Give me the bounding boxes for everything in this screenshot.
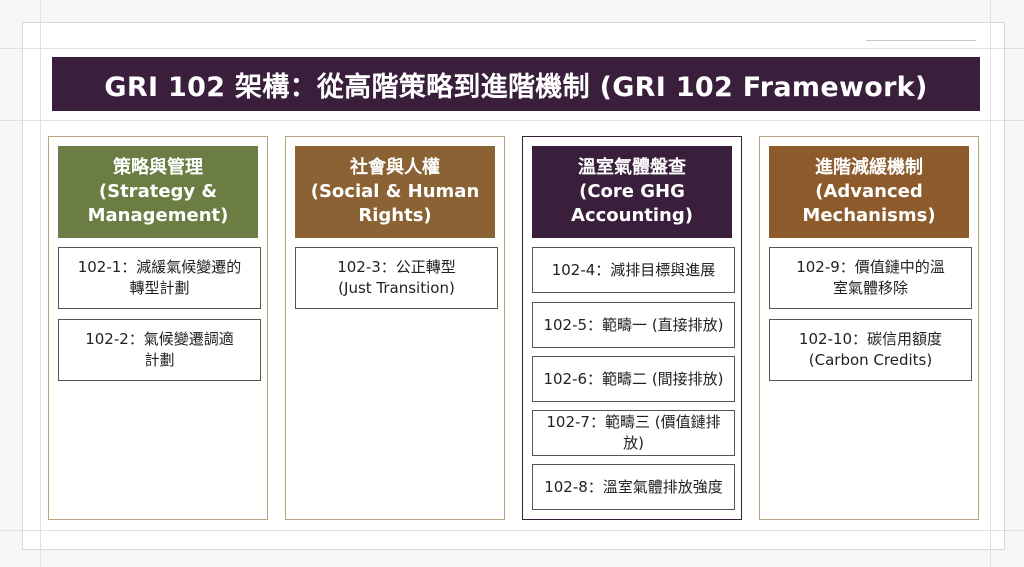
guide-line (866, 40, 976, 41)
disclosure-102-6: 102-6：範疇二 (間接排放) (532, 356, 735, 402)
disclosure-102-2: 102-2：氣候變遷調適 計劃 (58, 319, 261, 381)
disclosure-102-8: 102-8：溫室氣體排放強度 (532, 464, 735, 510)
guide-line (0, 120, 1024, 121)
column-header-strategy: 策略與管理 (Strategy & Management) (58, 146, 258, 238)
header-en: (Social & Human (310, 181, 480, 202)
framework-title: GRI 102 架構：從高階策略到進階機制 (GRI 102 Framework… (52, 57, 980, 111)
header-zh: 社會與人權 (350, 157, 440, 178)
guide-line (0, 48, 1024, 49)
item-text: 102-8：溫室氣體排放強度 (544, 477, 723, 496)
item-text: 室氣體移除 (832, 279, 908, 297)
header-en: (Advanced (815, 181, 923, 202)
header-en: Management) (87, 205, 229, 226)
column-social: 社會與人權 (Social & Human Rights) 102-3：公正轉型… (285, 136, 505, 520)
column-header-social: 社會與人權 (Social & Human Rights) (295, 146, 495, 238)
column-strategy: 策略與管理 (Strategy & Management) 102-1：減緩氣候… (48, 136, 268, 520)
disclosure-102-3: 102-3：公正轉型 (Just Transition) (295, 247, 498, 309)
item-text: 102-9：價值鏈中的溫 (796, 258, 945, 276)
item-text: 102-5：範疇一 (直接排放) (543, 315, 724, 334)
header-en: (Strategy & (98, 181, 218, 202)
header-en: Mechanisms) (802, 205, 936, 226)
header-en: Rights) (358, 205, 432, 226)
item-text: 轉型計劃 (129, 279, 190, 297)
disclosure-102-5: 102-5：範疇一 (直接排放) (532, 302, 735, 348)
header-zh: 溫室氣體盤查 (578, 157, 686, 178)
item-text: 102-7：範疇三 (價值鏈排放) (546, 413, 721, 452)
item-text: 102-1：減緩氣候變遷的 (77, 258, 242, 276)
guide-line (0, 530, 1024, 531)
column-header-ghg: 溫室氣體盤查 (Core GHG Accounting) (532, 146, 732, 238)
column-header-advanced: 進階減緩機制 (Advanced Mechanisms) (769, 146, 969, 238)
header-zh: 進階減緩機制 (815, 157, 923, 178)
disclosure-102-7: 102-7：範疇三 (價值鏈排放) (532, 410, 735, 456)
item-text: 102-10：碳信用額度 (798, 330, 943, 348)
item-text: 102-4：減排目標與進展 (551, 260, 716, 279)
item-text: 102-3：公正轉型 (337, 258, 456, 276)
disclosure-102-9: 102-9：價值鏈中的溫 室氣體移除 (769, 247, 972, 309)
item-text: (Just Transition) (338, 279, 455, 297)
disclosure-102-4: 102-4：減排目標與進展 (532, 247, 735, 293)
column-ghg: 溫室氣體盤查 (Core GHG Accounting) 102-4：減排目標與… (522, 136, 742, 520)
guide-line (990, 0, 991, 567)
item-text: (Carbon Credits) (808, 351, 933, 369)
item-text: 計劃 (144, 351, 175, 369)
item-text: 102-2：氣候變遷調適 (85, 330, 234, 348)
item-text: 102-6：範疇二 (間接排放) (543, 369, 724, 388)
header-en: Accounting) (571, 205, 693, 226)
header-zh: 策略與管理 (113, 157, 203, 178)
header-en: (Core GHG (579, 181, 685, 202)
guide-line (40, 0, 41, 567)
disclosure-102-10: 102-10：碳信用額度 (Carbon Credits) (769, 319, 972, 381)
column-advanced: 進階減緩機制 (Advanced Mechanisms) 102-9：價值鏈中的… (759, 136, 979, 520)
disclosure-102-1: 102-1：減緩氣候變遷的 轉型計劃 (58, 247, 261, 309)
